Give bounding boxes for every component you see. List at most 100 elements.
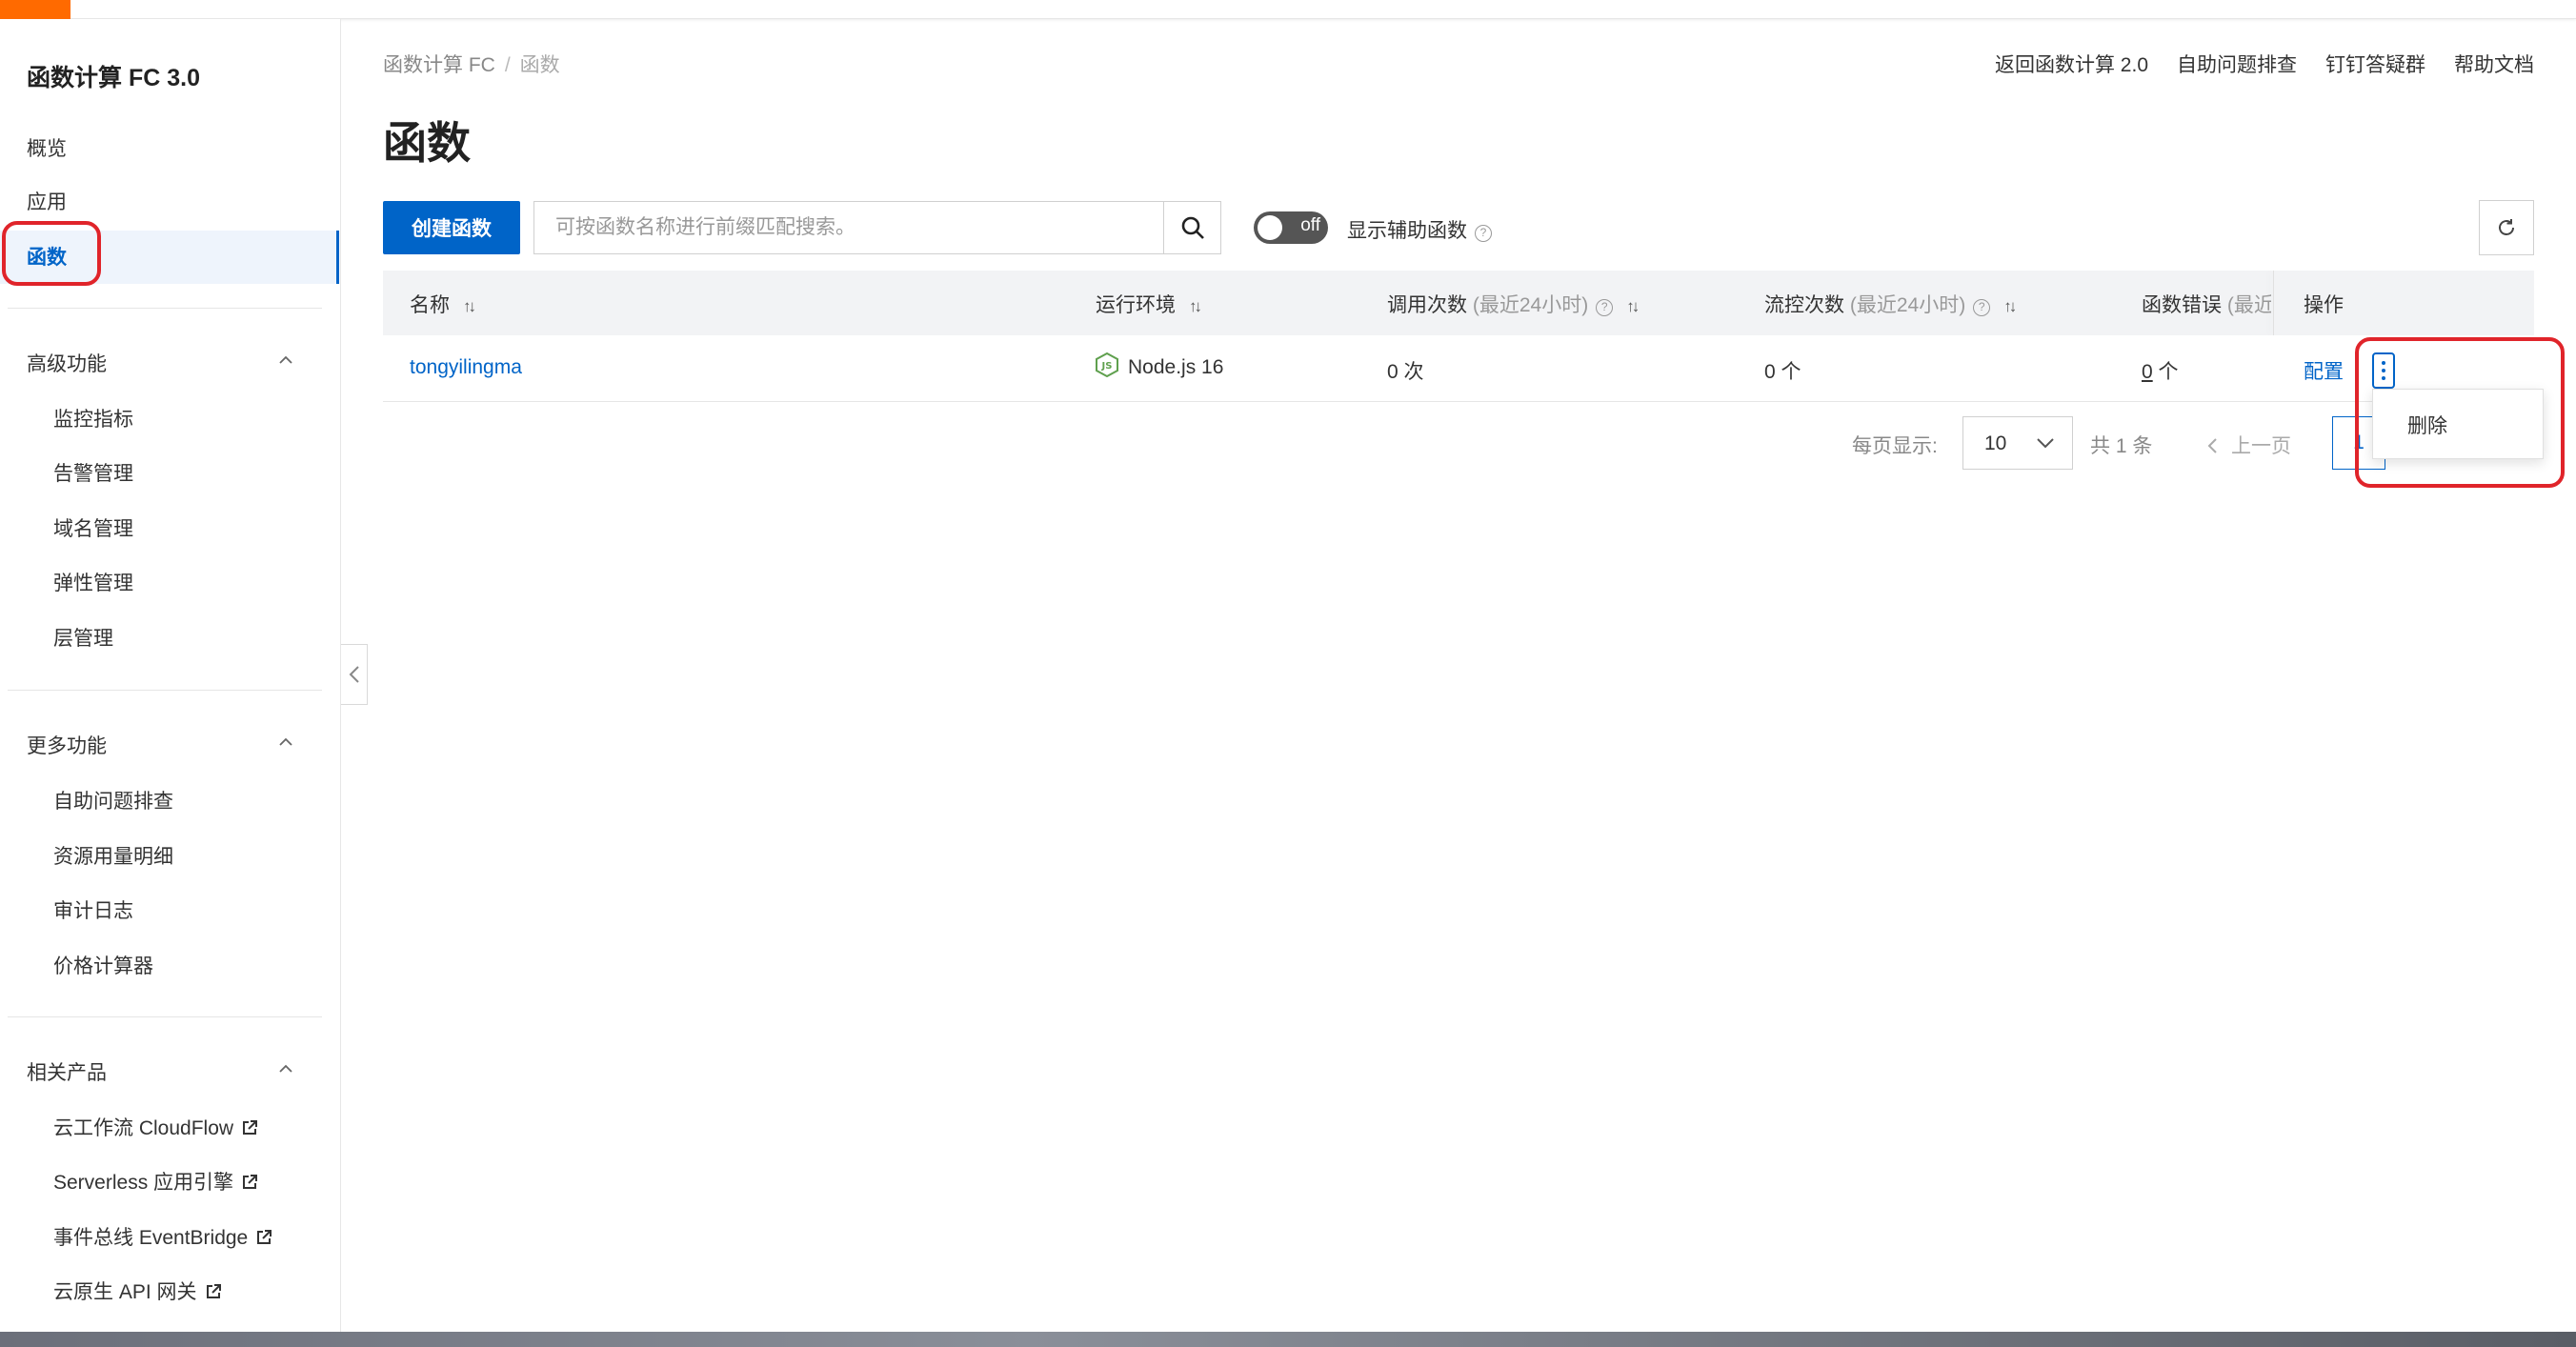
function-name-link[interactable]: tongyilingma bbox=[410, 356, 522, 379]
nodejs-icon: JS bbox=[1096, 352, 1118, 377]
toggle-state: off bbox=[1300, 215, 1320, 235]
sidebar: 函数计算 FC 3.0 概览 应用 函数 高级功能 监控指标 告警管理 域名管理… bbox=[0, 19, 341, 1332]
divider bbox=[8, 1016, 322, 1017]
table-row: tongyilingma JS Node.js 16 0 次 0 个 0 个 配置 bbox=[383, 335, 2534, 402]
chevron-left-icon bbox=[2207, 438, 2217, 453]
search-button[interactable] bbox=[1164, 201, 1221, 254]
prev-page-label: 上一页 bbox=[2231, 435, 2291, 457]
sidebar-item-audit-log[interactable]: 审计日志 bbox=[53, 895, 133, 924]
top-navbar bbox=[0, 0, 2576, 19]
refresh-icon bbox=[2499, 219, 2514, 235]
chevron-down-icon bbox=[2037, 438, 2054, 449]
prev-page-button[interactable]: 上一页 bbox=[2206, 431, 2291, 459]
sticky-column-divider bbox=[2273, 271, 2274, 335]
sidebar-item-api-gateway[interactable]: 云原生 API 网关 bbox=[53, 1277, 222, 1305]
external-link-icon bbox=[243, 1175, 258, 1189]
header-links: 返回函数计算 2.0 自助问题排查 钉钉答疑群 帮助文档 bbox=[1995, 50, 2534, 78]
link-troubleshoot[interactable]: 自助问题排查 bbox=[2177, 50, 2297, 78]
column-header-note: (最近24小时) bbox=[1849, 294, 1966, 316]
column-header-label: 名称 bbox=[410, 294, 450, 316]
help-icon[interactable]: ? bbox=[1973, 299, 1991, 316]
refresh-button[interactable] bbox=[2479, 200, 2534, 255]
sidebar-group-related[interactable]: 相关产品 bbox=[27, 1057, 107, 1086]
help-icon[interactable]: ? bbox=[1596, 299, 1614, 316]
sort-icon[interactable]: ↑↓ bbox=[2003, 297, 2017, 316]
external-link-icon bbox=[206, 1284, 221, 1298]
chevron-up-icon[interactable] bbox=[278, 352, 293, 368]
sidebar-item-usage[interactable]: 资源用量明细 bbox=[53, 841, 173, 870]
sidebar-item-alerts[interactable]: 告警管理 bbox=[53, 458, 133, 487]
config-link[interactable]: 配置 bbox=[2304, 356, 2344, 385]
external-link-icon bbox=[243, 1120, 258, 1135]
sidebar-item-label[interactable]: 云原生 API 网关 bbox=[53, 1281, 197, 1303]
annotation-highlight bbox=[2, 221, 101, 286]
sort-icon[interactable]: ↑↓ bbox=[1626, 297, 1640, 316]
show-helper-functions-toggle[interactable]: off bbox=[1254, 211, 1328, 244]
sidebar-item-scaling[interactable]: 弹性管理 bbox=[53, 568, 133, 596]
column-header-name[interactable]: 名称 ↑↓ bbox=[410, 290, 476, 318]
brand-logo[interactable] bbox=[0, 0, 70, 19]
toggle-label: 显示辅助函数? bbox=[1347, 215, 1492, 244]
chevron-left-icon bbox=[349, 666, 359, 683]
table-header: 名称 ↑↓ 运行环境 ↑↓ 调用次数 (最近24小时)? ↑↓ 流控次数 (最近24小… bbox=[383, 271, 2534, 335]
column-header-label: 流控次数 bbox=[1764, 294, 1844, 316]
errors-count-link[interactable]: 0 bbox=[2142, 361, 2153, 383]
sidebar-item-domains[interactable]: 域名管理 bbox=[53, 513, 133, 542]
sidebar-item-sae[interactable]: Serverless 应用引擎 bbox=[53, 1167, 258, 1196]
column-header-errors[interactable]: 函数错误 (最近 bbox=[2142, 290, 2271, 318]
breadcrumb-root[interactable]: 函数计算 FC bbox=[383, 54, 495, 76]
sidebar-item-cloudflow[interactable]: 云工作流 CloudFlow bbox=[53, 1113, 258, 1141]
sidebar-item-eventbridge[interactable]: 事件总线 EventBridge bbox=[53, 1222, 272, 1251]
errors-cell: 0 个 bbox=[2142, 356, 2179, 385]
active-indicator bbox=[336, 231, 339, 284]
sidebar-item-label[interactable]: 事件总线 EventBridge bbox=[53, 1227, 248, 1249]
sort-icon[interactable]: ↑↓ bbox=[463, 297, 476, 316]
sidebar-collapse-button[interactable] bbox=[341, 644, 368, 705]
sidebar-title: 函数计算 FC 3.0 bbox=[27, 65, 200, 91]
sidebar-group-more[interactable]: 更多功能 bbox=[27, 731, 107, 759]
toggle-label-text: 显示辅助函数 bbox=[1347, 220, 1467, 242]
divider bbox=[8, 690, 322, 691]
link-dingtalk-group[interactable]: 钉钉答疑群 bbox=[2325, 50, 2425, 78]
breadcrumb-current: 函数 bbox=[519, 54, 560, 76]
column-header-label: 调用次数 bbox=[1387, 294, 1467, 316]
link-back-to-fc2[interactable]: 返回函数计算 2.0 bbox=[1995, 50, 2148, 78]
external-link-icon bbox=[257, 1230, 272, 1244]
column-header-invocations[interactable]: 调用次数 (最近24小时)? ↑↓ bbox=[1387, 290, 1640, 318]
annotation-highlight bbox=[2355, 337, 2565, 488]
create-function-button[interactable]: 创建函数 bbox=[383, 201, 520, 254]
sort-icon[interactable]: ↑↓ bbox=[1189, 297, 1202, 316]
per-page-value: 10 bbox=[1984, 432, 2007, 454]
breadcrumb: 函数计算 FC / 函数 bbox=[383, 50, 560, 78]
column-header-runtime[interactable]: 运行环境 ↑↓ bbox=[1096, 290, 1202, 318]
sidebar-item-label[interactable]: Serverless 应用引擎 bbox=[53, 1172, 233, 1194]
chevron-up-icon[interactable] bbox=[278, 734, 293, 750]
sidebar-item-apps[interactable]: 应用 bbox=[27, 187, 67, 215]
column-header-note: (最近 bbox=[2226, 294, 2271, 316]
page-title: 函数 bbox=[383, 118, 471, 168]
svg-text:JS: JS bbox=[1101, 361, 1113, 372]
search-icon bbox=[1181, 216, 1204, 239]
search-input[interactable] bbox=[534, 202, 1165, 253]
sidebar-item-troubleshoot[interactable]: 自助问题排查 bbox=[53, 786, 173, 814]
sidebar-item-layers[interactable]: 层管理 bbox=[53, 623, 113, 652]
column-header-ops: 操作 bbox=[2304, 294, 2344, 316]
per-page-select[interactable]: 10 bbox=[1962, 416, 2073, 470]
runtime-label: Node.js 16 bbox=[1128, 356, 1224, 378]
column-header-label: 函数错误 bbox=[2142, 294, 2222, 316]
divider bbox=[8, 308, 322, 309]
sidebar-group-advanced[interactable]: 高级功能 bbox=[27, 349, 107, 377]
column-header-throttles[interactable]: 流控次数 (最近24小时)? ↑↓ bbox=[1764, 290, 2017, 318]
errors-unit: 个 bbox=[2152, 361, 2179, 383]
help-icon[interactable]: ? bbox=[1475, 225, 1492, 242]
chevron-up-icon[interactable] bbox=[278, 1061, 293, 1076]
sidebar-item-overview[interactable]: 概览 bbox=[27, 133, 67, 162]
link-help-docs[interactable]: 帮助文档 bbox=[2454, 50, 2534, 78]
runtime-cell: JS Node.js 16 bbox=[1096, 352, 1223, 379]
throttles-cell: 0 个 bbox=[1764, 361, 1801, 383]
sidebar-item-monitoring[interactable]: 监控指标 bbox=[53, 404, 133, 432]
total-count: 共 1 条 bbox=[2090, 435, 2153, 457]
sidebar-item-price-calculator[interactable]: 价格计算器 bbox=[53, 951, 153, 979]
sidebar-item-label[interactable]: 云工作流 CloudFlow bbox=[53, 1117, 233, 1139]
breadcrumb-separator: / bbox=[504, 54, 511, 76]
